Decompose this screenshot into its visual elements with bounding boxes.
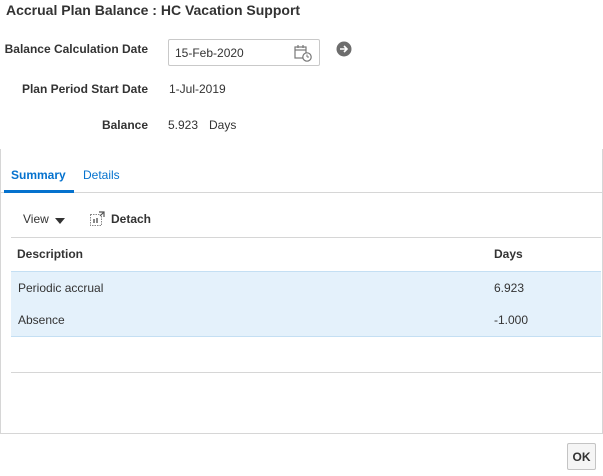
balance-value: 5.923 [168,118,199,132]
calendar-icon[interactable] [294,44,312,62]
tab-details[interactable]: Details [83,168,120,182]
plan-period-start-value: 1-Jul-2019 [169,82,226,96]
cell-description: Absence [18,313,65,327]
table-top-border [11,237,601,238]
balance-label: Balance [101,118,148,132]
cell-days: 6.923 [494,281,525,295]
cell-description: Periodic accrual [18,281,104,295]
chevron-down-icon[interactable] [55,218,65,224]
dialog-title: Accrual Plan Balance : HC Vacation Suppo… [6,2,301,18]
balance-calc-date-label: Balance Calculation Date [4,42,148,56]
detach-button[interactable]: Detach [111,212,151,226]
table-row[interactable]: Periodic accrual 6.923 [11,271,601,304]
cell-days: -1.000 [494,313,529,327]
tab-summary-indicator [4,190,74,193]
view-menu-button[interactable]: View [23,212,49,226]
tabs-divider [0,192,603,193]
table-row[interactable]: Absence -1.000 [11,304,601,337]
go-arrow-icon[interactable] [336,41,352,57]
table-bottom-border [11,372,601,373]
column-header-description[interactable]: Description [17,247,83,261]
detach-icon[interactable] [89,211,105,227]
balance-unit: Days [209,118,237,132]
tab-summary[interactable]: Summary [11,168,66,182]
column-header-days[interactable]: Days [494,247,523,261]
plan-period-start-label: Plan Period Start Date [21,82,148,96]
ok-button[interactable]: OK [567,443,596,470]
